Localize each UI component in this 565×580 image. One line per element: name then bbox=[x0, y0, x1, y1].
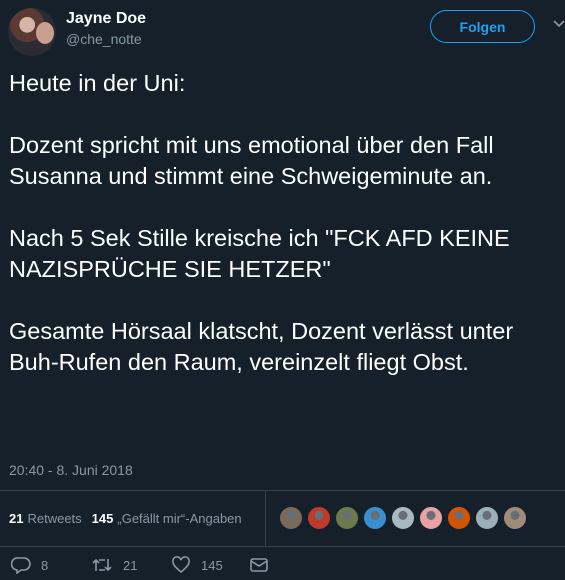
envelope-icon bbox=[250, 558, 268, 572]
heart-icon bbox=[172, 556, 190, 574]
like-button[interactable]: 145 bbox=[171, 552, 223, 578]
retweet-icon bbox=[92, 558, 112, 572]
retweet-count: 21 bbox=[123, 557, 138, 573]
likes-label: „Gefällt mir“-Angaben bbox=[117, 511, 242, 526]
liker-avatar[interactable] bbox=[306, 505, 332, 531]
default-avatar-icon[interactable] bbox=[390, 505, 416, 531]
reply-count: 8 bbox=[41, 557, 49, 573]
reply-icon bbox=[11, 557, 31, 574]
retweets-count: 21 bbox=[9, 511, 24, 526]
tweet-timestamp[interactable]: 20:40 - 8. Juni 2018 bbox=[9, 462, 133, 478]
retweet-button[interactable]: 21 bbox=[91, 552, 137, 578]
divider bbox=[0, 546, 565, 547]
liker-avatar[interactable] bbox=[418, 505, 444, 531]
avatar[interactable] bbox=[8, 8, 56, 56]
direct-message-button[interactable] bbox=[249, 552, 279, 578]
liker-avatar[interactable] bbox=[278, 505, 304, 531]
liker-avatar[interactable] bbox=[362, 505, 388, 531]
user-handle[interactable]: @che_notte bbox=[66, 31, 142, 47]
liker-avatar[interactable] bbox=[474, 505, 500, 531]
user-name[interactable]: Jayne Doe bbox=[66, 10, 146, 28]
tweet-header: Jayne Doe @che_notte Folgen bbox=[8, 8, 565, 56]
liker-avatar[interactable] bbox=[502, 505, 528, 531]
liker-avatar[interactable] bbox=[446, 505, 472, 531]
follow-button[interactable]: Folgen bbox=[430, 10, 535, 43]
chevron-down-icon[interactable] bbox=[553, 20, 565, 30]
reply-button[interactable]: 8 bbox=[11, 552, 48, 578]
retweets-stat[interactable]: 21 Retweets bbox=[9, 511, 82, 526]
like-count: 145 bbox=[201, 557, 223, 573]
likes-count: 145 bbox=[91, 511, 114, 526]
liker-avatar[interactable] bbox=[334, 505, 360, 531]
tweet-text: Heute in der Uni: Dozent spricht mit uns… bbox=[9, 70, 514, 375]
stats-separator bbox=[265, 491, 266, 546]
retweets-label: Retweets bbox=[27, 511, 82, 526]
action-bar: 8 21 145 bbox=[9, 552, 565, 578]
likes-stat[interactable]: 145 „Gefällt mir“-Angaben bbox=[92, 511, 242, 526]
liker-avatars bbox=[278, 505, 530, 531]
